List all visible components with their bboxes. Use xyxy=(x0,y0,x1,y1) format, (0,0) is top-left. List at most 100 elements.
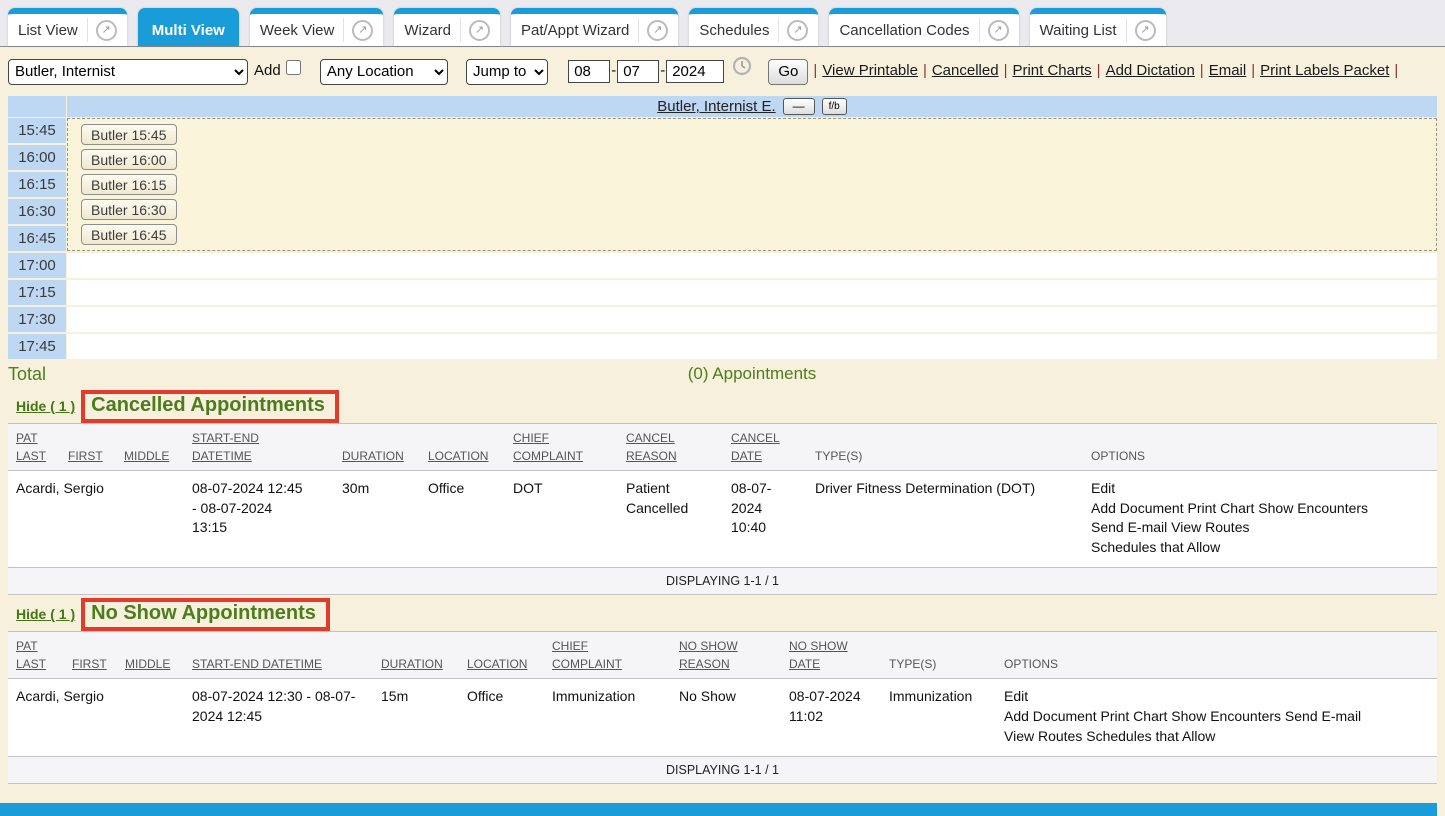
column-header-middle[interactable]: MIDDLE xyxy=(124,424,192,471)
collapse-column-button[interactable]: — xyxy=(783,98,815,115)
toolbar-link-view-printable[interactable]: View Printable xyxy=(822,62,918,79)
column-header-line: LAST xyxy=(16,655,58,673)
cell-options[interactable]: EditAdd Document Print Chart Show Encoun… xyxy=(1091,471,1437,568)
tab-schedules[interactable]: Schedules↗ xyxy=(689,8,818,46)
provider-header-link[interactable]: Butler, Internist E. xyxy=(657,98,775,115)
column-header-line: COMPLAINT xyxy=(552,655,665,673)
time-label-16-00: 16:00 xyxy=(8,145,66,170)
column-header-date[interactable]: NO SHOWDATE xyxy=(789,632,889,679)
provider-select[interactable]: Butler, Internist xyxy=(8,59,248,85)
tab-bar: List View↗ Multi View Week View↗ Wizard↗ Pat… xyxy=(0,0,1445,47)
add-checkbox[interactable] xyxy=(286,60,301,75)
external-link-icon[interactable]: ↗ xyxy=(988,20,1009,41)
column-header-line: COMPLAINT xyxy=(513,447,612,465)
tab-cancellation-codes[interactable]: Cancellation Codes↗ xyxy=(829,8,1018,46)
clock-icon[interactable] xyxy=(732,63,752,80)
cancelled-hide-link[interactable]: Hide ( 1 ) xyxy=(16,398,75,414)
tab-label: Pat/Appt Wizard xyxy=(521,22,629,39)
toolbar-link-add-dictation[interactable]: Add Dictation xyxy=(1106,62,1195,79)
appointment-row: Acardi, Sergio08-07-2024 12:45 - 08-07-2… xyxy=(8,471,1437,568)
tab-divider xyxy=(638,18,639,42)
tab-divider xyxy=(460,18,461,42)
tab-wizard[interactable]: Wizard↗ xyxy=(394,8,500,46)
column-header-last[interactable]: PATLAST xyxy=(8,424,68,471)
open-slot-button-butler-16-30[interactable]: Butler 16:30 xyxy=(81,199,177,220)
cell-name: Acardi, Sergio xyxy=(8,471,192,568)
noshow-hide-link[interactable]: Hide ( 1 ) xyxy=(16,606,75,622)
column-header-first[interactable]: FIRST xyxy=(68,424,124,471)
column-header-line: CHIEF xyxy=(513,429,612,447)
external-link-icon[interactable]: ↗ xyxy=(1135,20,1156,41)
toolbar-links: |View Printable|Cancelled|Print Charts|A… xyxy=(808,62,1403,79)
column-header-location[interactable]: LOCATION xyxy=(428,424,513,471)
date-day-input[interactable] xyxy=(617,60,659,83)
schedule-grid: Butler, Internist E. — f/b 15:4516:0016:… xyxy=(8,96,1437,387)
cell-dur: 30m xyxy=(342,471,428,568)
noshow-appointments-section: Hide ( 1 ) No Show Appointments PATLASTF… xyxy=(8,597,1437,784)
toolbar-link-cancelled[interactable]: Cancelled xyxy=(932,62,999,79)
column-header-line: CANCEL xyxy=(626,429,717,447)
column-header-location[interactable]: LOCATION xyxy=(467,632,552,679)
column-header-line: TYPE(S) xyxy=(889,655,990,673)
go-button[interactable]: Go xyxy=(768,59,808,85)
toolbar-link-print-labels-packet[interactable]: Print Labels Packet xyxy=(1260,62,1389,79)
cell-cdate: 08-07-2024 10:40 xyxy=(731,471,815,568)
cell-chief: DOT xyxy=(513,471,626,568)
link-separator: | xyxy=(1251,62,1255,79)
column-header-datetime[interactable]: START-ENDDATETIME xyxy=(192,424,342,471)
column-header-line: OPTIONS xyxy=(1091,447,1423,465)
open-slot-button-butler-16-45[interactable]: Butler 16:45 xyxy=(81,224,177,245)
location-select[interactable]: Any Location xyxy=(320,59,448,85)
column-header-reason[interactable]: NO SHOWREASON xyxy=(679,632,789,679)
noshow-section-title: No Show Appointments xyxy=(91,602,316,624)
column-header-middle[interactable]: MIDDLE xyxy=(125,632,192,679)
column-header-first[interactable]: FIRST xyxy=(72,632,125,679)
column-header-complaint[interactable]: CHIEFCOMPLAINT xyxy=(552,632,679,679)
cell-loc: Office xyxy=(467,679,552,757)
column-header-duration[interactable]: DURATION xyxy=(381,632,467,679)
date-year-input[interactable] xyxy=(666,60,724,83)
displaying-count: DISPLAYING 1-1 / 1 xyxy=(8,568,1437,595)
tab-waiting-list[interactable]: Waiting List↗ xyxy=(1030,8,1166,46)
tab-list-view[interactable]: List View↗ xyxy=(8,8,127,46)
jump-to-select[interactable]: Jump to xyxy=(466,59,548,85)
column-header-type-s: TYPE(S) xyxy=(889,632,1004,679)
time-label-17-45: 17:45 xyxy=(8,334,66,359)
link-separator: | xyxy=(1200,62,1204,79)
column-header-complaint[interactable]: CHIEFCOMPLAINT xyxy=(513,424,626,471)
date-month-input[interactable] xyxy=(568,60,610,83)
toolbar-link-print-charts[interactable]: Print Charts xyxy=(1012,62,1091,79)
horizontal-scrollbar[interactable] xyxy=(0,803,1437,816)
toolbar-link-email[interactable]: Email xyxy=(1209,62,1247,79)
noshow-table: PATLASTFIRSTMIDDLESTART-END DATETIMEDURA… xyxy=(8,631,1437,784)
tab-divider xyxy=(343,18,344,42)
fb-button[interactable]: f/b xyxy=(822,98,847,115)
column-header-reason[interactable]: CANCELREASON xyxy=(626,424,731,471)
column-header-line: CHIEF xyxy=(552,637,665,655)
tab-pat-appt-wizard[interactable]: Pat/Appt Wizard ↗ xyxy=(511,8,678,46)
external-link-icon[interactable]: ↗ xyxy=(352,20,373,41)
tab-week-view[interactable]: Week View↗ xyxy=(250,8,383,46)
open-slot-button-butler-16-15[interactable]: Butler 16:15 xyxy=(81,174,177,195)
column-header-duration[interactable]: DURATION xyxy=(342,424,428,471)
date-separator: - xyxy=(660,62,665,79)
link-separator: | xyxy=(813,62,817,79)
external-link-icon[interactable]: ↗ xyxy=(787,20,808,41)
external-link-icon[interactable]: ↗ xyxy=(647,20,668,41)
tab-divider xyxy=(1126,18,1127,42)
column-header-line: MIDDLE xyxy=(125,655,178,673)
cell-datetime: 08-07-2024 12:30 - 08-07-2024 12:45 xyxy=(192,679,381,757)
column-header-line: NO SHOW xyxy=(679,637,775,655)
displaying-count: DISPLAYING 1-1 / 1 xyxy=(8,757,1437,784)
external-link-icon[interactable]: ↗ xyxy=(96,20,117,41)
tab-multi-view[interactable]: Multi View xyxy=(138,8,239,46)
column-header-line: LOCATION xyxy=(428,447,499,465)
column-header-line: PAT xyxy=(16,637,58,655)
column-header-date[interactable]: CANCELDATE xyxy=(731,424,815,471)
open-slot-button-butler-15-45[interactable]: Butler 15:45 xyxy=(81,124,177,145)
column-header-last[interactable]: PATLAST xyxy=(8,632,72,679)
external-link-icon[interactable]: ↗ xyxy=(469,20,490,41)
open-slot-button-butler-16-00[interactable]: Butler 16:00 xyxy=(81,149,177,170)
column-header-start-end-datetime[interactable]: START-END DATETIME xyxy=(192,632,381,679)
cell-options[interactable]: EditAdd Document Print Chart Show Encoun… xyxy=(1004,679,1437,757)
